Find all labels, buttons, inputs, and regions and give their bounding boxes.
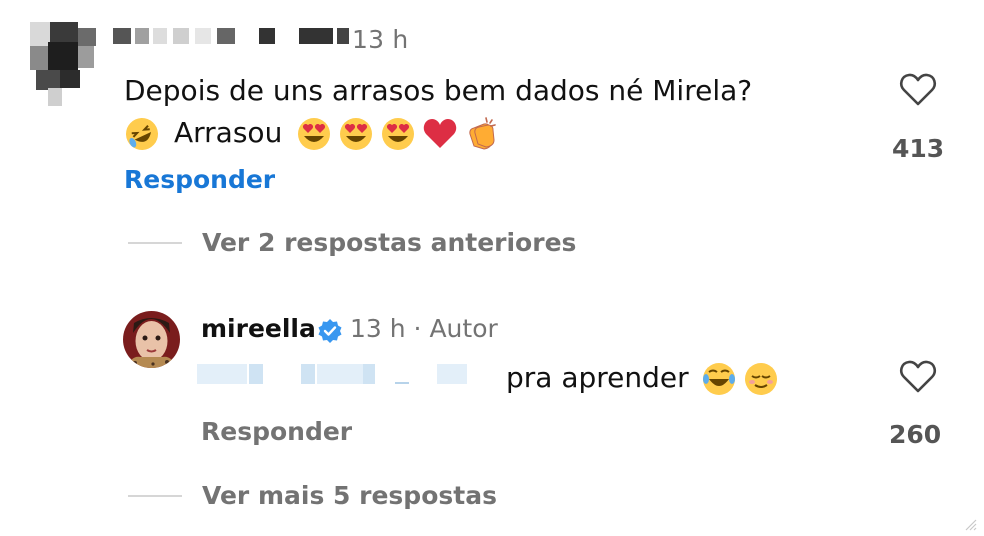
heart-eyes-emoji-icon: [340, 118, 373, 150]
relieved-face-emoji-icon: [744, 363, 777, 395]
comment-word: Arrasou: [174, 116, 283, 149]
avatar[interactable]: [30, 22, 100, 108]
reply-text-content: pra aprender: [506, 361, 689, 394]
author-avatar[interactable]: [123, 311, 180, 368]
comment-text: Depois de uns arrasos bem dados né Mirel…: [124, 70, 752, 154]
reply-text: pra aprender: [506, 358, 785, 398]
author-avatar-image: [123, 311, 180, 368]
reply-time-author: 13 h · Autor: [350, 314, 498, 343]
view-previous-replies-button[interactable]: Ver 2 respostas anteriores: [202, 228, 576, 257]
username-redacted[interactable]: [113, 28, 353, 50]
author-username[interactable]: mireella: [201, 314, 316, 343]
thread-line: [128, 242, 182, 244]
thread-line: [128, 495, 182, 497]
reply-button[interactable]: Responder: [124, 165, 275, 194]
comment-text-line1: Depois de uns arrasos bem dados né Mirel…: [124, 74, 753, 107]
heart-eyes-emoji-icon: [298, 118, 331, 150]
comment-text-line2: Arrasou: [124, 112, 752, 154]
like-count: 260: [889, 420, 942, 449]
heart-eyes-emoji-icon: [382, 118, 415, 150]
like-heart-icon[interactable]: [898, 358, 938, 394]
red-heart-emoji-icon: [424, 119, 457, 148]
clapping-hands-emoji-icon: [469, 117, 497, 150]
verified-badge-icon: [318, 319, 342, 343]
mention-redacted: [197, 360, 497, 386]
like-heart-icon[interactable]: [898, 71, 938, 107]
reply-button[interactable]: Responder: [201, 417, 352, 446]
like-count: 413: [892, 134, 945, 163]
comment-time: 13 h: [352, 25, 409, 54]
rolling-laughing-emoji-icon: [126, 118, 158, 150]
tears-of-joy-emoji-icon: [702, 363, 735, 395]
resize-grip-icon: [965, 519, 977, 531]
view-more-replies-button[interactable]: Ver mais 5 respostas: [202, 481, 497, 510]
